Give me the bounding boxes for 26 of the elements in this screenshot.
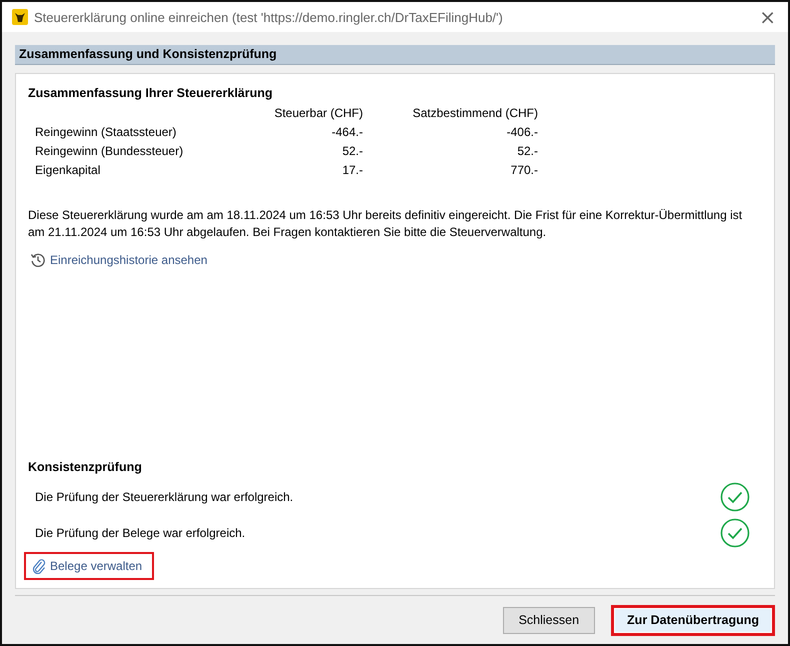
- check-text: Die Prüfung der Belege war erfolgreich.: [35, 526, 246, 540]
- app-icon: [12, 9, 28, 25]
- table-cell-text: 17.-: [341, 163, 363, 177]
- table-cell-text: -464.-: [330, 125, 363, 139]
- table-cell-text: 770.-: [510, 163, 538, 177]
- consistency-title: Konsistenzprüfung: [28, 460, 143, 474]
- section-header: Zusammenfassung und Konsistenzprüfung: [15, 45, 775, 65]
- row-label: Reingewinn (Bundessteuer): [35, 144, 184, 158]
- history-link[interactable]: Einreichungshistorie ansehen: [28, 247, 214, 273]
- paperclip-icon: [32, 558, 46, 574]
- column-header: Satzbestimmend (CHF): [412, 106, 538, 120]
- summary-title: Zusammenfassung Ihrer Steuererklärung: [28, 86, 274, 100]
- window-title: Steuererklärung online einreichen (test 'https://demo.ringler.ch/DrTaxEFilingHub/'): [34, 10, 504, 24]
- column-header: Steuerbar (CHF): [273, 106, 363, 120]
- history-icon: [30, 252, 46, 268]
- transfer-button[interactable]: Zur Datenübertragung: [611, 604, 775, 636]
- row-label: Reingewinn (Staatssteuer): [35, 125, 178, 139]
- table-cell-text: -406.-: [506, 125, 538, 139]
- close-dialog-button[interactable]: Schliessen: [502, 606, 596, 634]
- documents-link[interactable]: Belege verwalten: [24, 552, 154, 580]
- table-cell-text: 52.-: [516, 144, 538, 158]
- close-button[interactable]: ×: [755, 7, 780, 27]
- table-cell-text: 52.-: [341, 144, 363, 158]
- notice-text: Diese Steuererklärung wurde am am 18.11.2024 um 16:53 Uhr bereits definitiv eingereicht. Die Frist für eine Korrektur-Übermittlung ist am 21.11.2024 um 16:53 Uhr abgelaufen. Bei Fragen kontaktieren Sie bitte die Steuerverwaltung.: [28, 207, 744, 241]
- check-text: Die Prüfung der Steuererklärung war erfolgreich.: [35, 490, 294, 504]
- row-label: Eigenkapital: [35, 163, 102, 177]
